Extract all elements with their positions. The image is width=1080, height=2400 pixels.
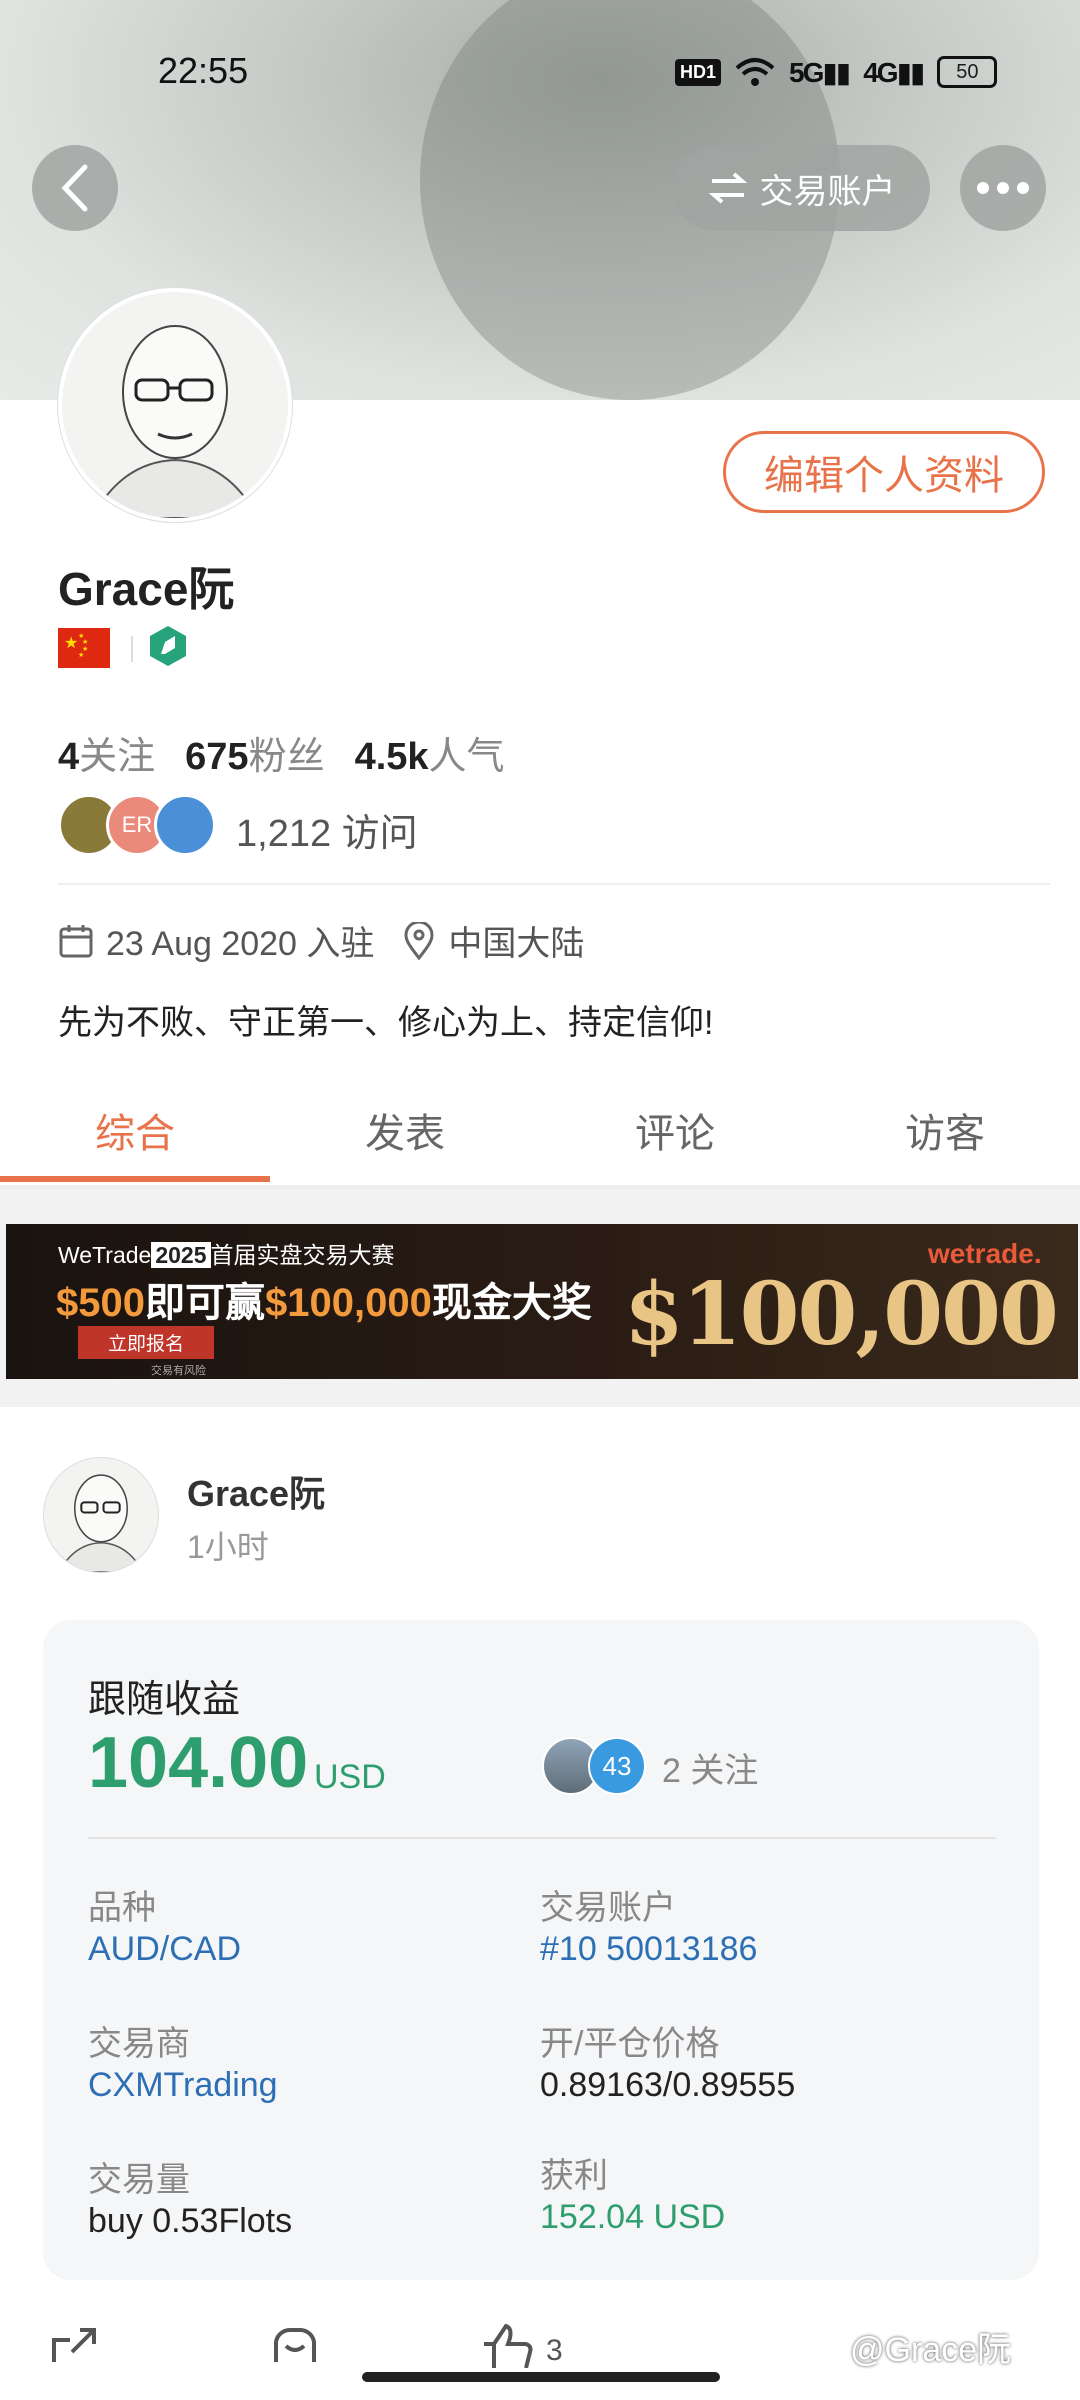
banner-signup-button[interactable]: 立即报名 bbox=[78, 1326, 215, 1359]
china-flag-icon: ★ ★ ★ ★ ★ bbox=[58, 628, 110, 668]
banner-prize: $100,000 bbox=[624, 1264, 1059, 1365]
banner-logo: wetrade. bbox=[928, 1238, 1042, 1269]
edit-profile-button[interactable]: 编辑个人资料 bbox=[723, 431, 1045, 513]
following-label[interactable]: 关注 bbox=[79, 725, 155, 780]
follower-avatar: 43 bbox=[588, 1737, 646, 1795]
tab-comments[interactable]: 评论 bbox=[540, 1093, 810, 1185]
net1-label: 5G bbox=[789, 56, 824, 88]
broker-label: 交易商 bbox=[88, 2025, 190, 2063]
profit-value: 152.04 USD bbox=[540, 2198, 726, 2236]
verified-badge-icon[interactable] bbox=[148, 624, 188, 668]
more-dot-icon bbox=[997, 182, 1009, 194]
volume-value: buy 0.53Flots bbox=[88, 2202, 293, 2240]
more-dot-icon bbox=[977, 182, 989, 194]
status-bar: 22:55 HD1 5G▮▮ 4G▮▮ 50 bbox=[0, 0, 1080, 140]
status-icons: HD1 5G▮▮ 4G▮▮ 50 bbox=[675, 52, 998, 92]
promo-banner[interactable]: WeTrade 2025 首届实盘交易大赛 $500即可赢$100,000现金大奖 … bbox=[6, 1224, 1078, 1379]
calendar-icon bbox=[59, 924, 93, 957]
location: 中国大陆 bbox=[448, 925, 585, 963]
trade-account-button[interactable]: 交易账户 bbox=[673, 145, 930, 231]
follow-profit-value: 104.00 bbox=[88, 1723, 309, 1803]
status-time: 22:55 bbox=[158, 50, 249, 91]
account-value[interactable]: #10 50013186 bbox=[540, 1930, 757, 1969]
divider bbox=[88, 1837, 996, 1839]
signal-5g-icon: 5G▮▮ bbox=[789, 56, 851, 88]
banner-text-1: 即可赢 bbox=[144, 1281, 265, 1325]
svg-text:★: ★ bbox=[78, 651, 84, 659]
visit-count[interactable]: 1,212 访问 bbox=[236, 802, 418, 857]
post-author-avatar[interactable] bbox=[43, 1457, 159, 1573]
symbol-value[interactable]: AUD/CAD bbox=[88, 1930, 241, 1969]
profile-meta: 23 Aug 2020 入驻 中国大陆 bbox=[58, 916, 584, 965]
banner-amount-prize: $100,000 bbox=[264, 1281, 432, 1325]
divider bbox=[58, 883, 1050, 885]
svg-text:★: ★ bbox=[82, 638, 88, 646]
popularity-label: 人气 bbox=[428, 736, 505, 778]
avatar-sketch-icon bbox=[58, 1474, 144, 1572]
home-indicator[interactable] bbox=[362, 2372, 720, 2382]
symbol-label: 品种 bbox=[88, 1889, 156, 1927]
tab-visitors[interactable]: 访客 bbox=[810, 1093, 1080, 1185]
back-button[interactable] bbox=[32, 145, 118, 231]
volume-label: 交易量 bbox=[88, 2161, 190, 2199]
fans-count[interactable]: 675 bbox=[185, 736, 248, 779]
following-count[interactable]: 4 bbox=[58, 736, 79, 779]
like-count: 3 bbox=[546, 2334, 563, 2367]
profile-tabs: 综合 发表 评论 访客 bbox=[0, 1093, 1080, 1185]
profit-label: 获利 bbox=[540, 2157, 608, 2195]
trade-account-label: 交易账户 bbox=[759, 172, 896, 211]
more-dot-icon bbox=[1017, 182, 1029, 194]
banner-heading: WeTrade 2025 首届实盘交易大赛 bbox=[58, 1236, 395, 1270]
watermark: @Grace阮 bbox=[850, 2331, 1012, 2369]
net2-label: 4G bbox=[863, 56, 898, 88]
tab-overview[interactable]: 综合 bbox=[0, 1093, 270, 1185]
avatar-sketch-icon bbox=[90, 325, 260, 518]
visitor-avatar bbox=[154, 794, 216, 856]
profile-stats: 4 关注 675 粉丝 4.5k 人气 bbox=[58, 725, 535, 780]
post-time: 1小时 bbox=[187, 1529, 269, 1565]
card-title: 跟随收益 bbox=[88, 1679, 241, 1721]
follow-count[interactable]: 2 关注 bbox=[662, 1743, 758, 1792]
share-icon[interactable] bbox=[50, 2326, 98, 2366]
banner-text-2: 现金大奖 bbox=[431, 1281, 592, 1325]
comment-icon[interactable] bbox=[270, 2326, 320, 2366]
join-date: 23 Aug 2020 入驻 bbox=[106, 925, 375, 963]
follow-profit-unit: USD bbox=[314, 1758, 386, 1796]
banner-amount-min: $500 bbox=[56, 1281, 145, 1325]
broker-value[interactable]: CXMTrading bbox=[88, 2066, 278, 2105]
divider bbox=[131, 636, 133, 662]
thumbs-up-icon[interactable] bbox=[480, 2324, 534, 2368]
post-author-name[interactable]: Grace阮 bbox=[187, 1465, 325, 1517]
fans-label[interactable]: 粉丝 bbox=[249, 725, 325, 780]
price-value: 0.89163/0.89555 bbox=[540, 2066, 796, 2104]
popularity-count: 4.5k bbox=[354, 736, 429, 778]
avatar[interactable] bbox=[58, 288, 292, 522]
banner-contest-name: 首届实盘交易大赛 bbox=[210, 1242, 395, 1268]
profile-bio: 先为不败、守正第一、修心为上、持定信仰! bbox=[58, 1004, 714, 1042]
banner-risk-note: 交易有风险 bbox=[151, 1365, 206, 1377]
profile-name: Grace阮 bbox=[58, 563, 235, 615]
battery-icon: 50 bbox=[937, 56, 998, 88]
signal-4g-icon: 4G▮▮ bbox=[863, 56, 925, 88]
price-label: 开/平仓价格 bbox=[540, 2025, 720, 2063]
hd-icon: HD1 bbox=[675, 58, 722, 86]
location-pin-icon bbox=[404, 921, 434, 960]
more-button[interactable] bbox=[960, 145, 1046, 231]
account-label: 交易账户 bbox=[540, 1889, 676, 1927]
banner-brand-text: WeTrade bbox=[58, 1242, 152, 1268]
tab-posts[interactable]: 发表 bbox=[270, 1093, 540, 1185]
swap-icon bbox=[708, 172, 747, 204]
chevron-left-icon bbox=[61, 164, 88, 212]
wifi-icon bbox=[735, 58, 775, 86]
banner-year: 2025 bbox=[151, 1242, 211, 1268]
recent-visitors[interactable]: ER bbox=[58, 794, 216, 856]
banner-headline: $500即可赢$100,000现金大奖 bbox=[56, 1270, 592, 1328]
svg-text:★: ★ bbox=[64, 635, 78, 652]
